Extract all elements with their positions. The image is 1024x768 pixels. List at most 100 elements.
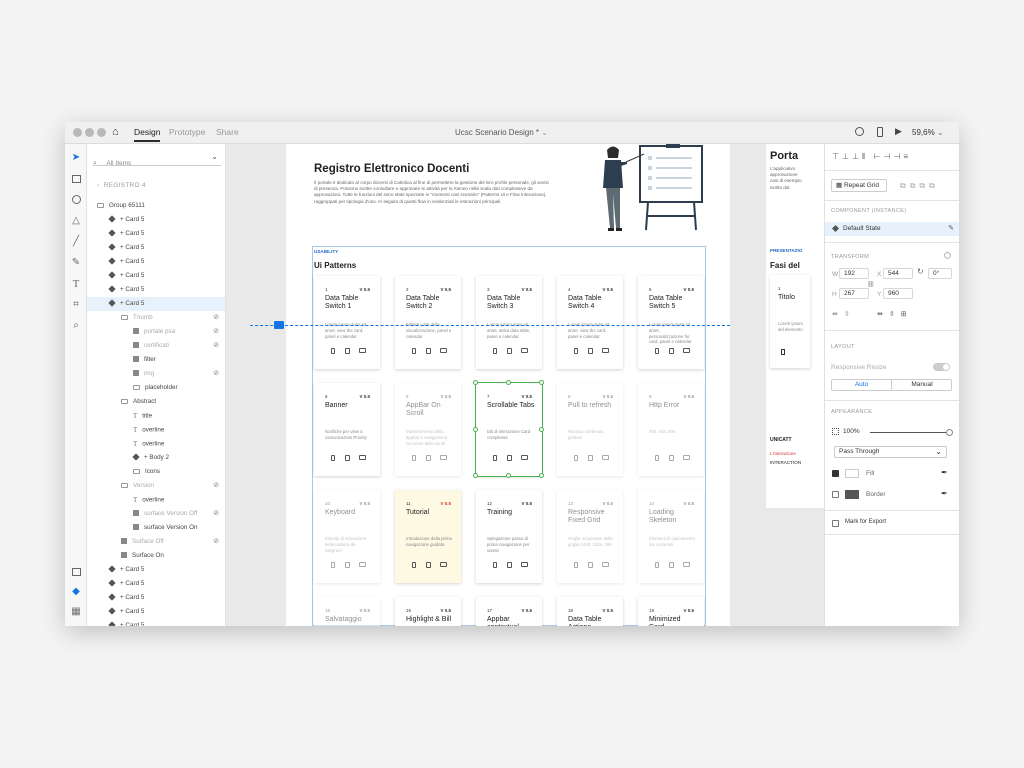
tab-design[interactable]: Design bbox=[134, 127, 161, 142]
layer-row[interactable]: placeholder bbox=[87, 381, 225, 395]
pattern-card[interactable]: 11 V 0.5 Tutorial Introduzione della prima … bbox=[395, 490, 461, 583]
layer-row[interactable]: + Card 5 bbox=[87, 255, 225, 269]
rotation-input[interactable]: 0° bbox=[928, 268, 952, 279]
layer-row[interactable]: Tnumb ⊘ bbox=[87, 311, 225, 325]
pattern-card[interactable]: 15 V 0.5 Salvataggio bbox=[314, 597, 380, 626]
align-left-icon[interactable]: ⊢ bbox=[874, 152, 884, 161]
layers-icon[interactable]: ◆ bbox=[70, 586, 82, 598]
pattern-card[interactable]: 5V 0.5 Data Table Switch 5 Lorem ipsum dol… bbox=[638, 276, 704, 369]
align-right-icon[interactable]: ⊣ bbox=[893, 152, 903, 161]
pattern-card[interactable]: 9 V 0.5 Http Error 400, 404, 500 bbox=[638, 383, 704, 476]
mobile-preview-icon[interactable] bbox=[877, 127, 883, 137]
artboard-registro[interactable]: Registro Elettronico Docenti Il portale … bbox=[286, 144, 730, 626]
pattern-card[interactable]: 17 V 0.5Appbar contextual bbox=[476, 597, 542, 626]
hidden-eye-icon[interactable]: ⊘ bbox=[213, 367, 219, 381]
pattern-card[interactable]: 2V 0.5 Data Table Switch 2 Filtrate i dati… bbox=[395, 276, 461, 369]
layer-row[interactable]: + Body 2 bbox=[87, 451, 225, 465]
pattern-card[interactable]: 4V 0.5 Data Table Switch 4 Lorem ipsum dol… bbox=[557, 276, 623, 369]
resize-handle[interactable] bbox=[539, 473, 544, 478]
align-center-icon[interactable]: ⊣ bbox=[883, 152, 893, 161]
resize-handle[interactable] bbox=[539, 426, 544, 432]
canvas[interactable]: Registro Elettronico Docenti Il portale … bbox=[226, 144, 824, 626]
pattern-card[interactable]: 13 V 0.5 Responsive Fixed Grid Griglia resp… bbox=[557, 490, 623, 583]
edit-icon[interactable]: ✎ bbox=[948, 224, 954, 232]
x-input[interactable]: 544 bbox=[883, 268, 913, 279]
resize-handle[interactable] bbox=[506, 473, 511, 478]
export-checkbox[interactable] bbox=[832, 520, 839, 527]
tab-prototype[interactable]: Prototype bbox=[169, 127, 205, 137]
component-state-row[interactable]: Default State ✎ bbox=[825, 222, 959, 236]
border-checkbox[interactable] bbox=[832, 491, 839, 498]
user-icon[interactable] bbox=[855, 127, 864, 136]
artboard-portale[interactable]: Porta L'applicativo approvazione casi di… bbox=[766, 144, 824, 508]
layer-row[interactable]: Group 65111 bbox=[87, 199, 225, 213]
height-input[interactable]: 267 bbox=[839, 288, 869, 299]
layer-row[interactable]: filter bbox=[87, 353, 225, 367]
distribute-icon[interactable]: ⫴ bbox=[862, 152, 868, 161]
eyedropper-icon[interactable]: ✒ bbox=[941, 489, 948, 498]
select-tool-icon[interactable]: ➤ bbox=[70, 152, 82, 164]
auto-button[interactable]: Auto bbox=[832, 380, 892, 390]
hidden-eye-icon[interactable]: ⊘ bbox=[213, 339, 219, 353]
flip-icons-2[interactable]: ⇹⇳⊞ bbox=[877, 310, 913, 318]
repeat-grid-button[interactable]: ▦ Repeat Grid bbox=[831, 179, 887, 192]
pattern-card[interactable]: 12 V 0.5 Training Spiegazione passo di prim… bbox=[476, 490, 542, 583]
pattern-card[interactable]: 14 V 0.5 Loading Skeleton Elementi di caric… bbox=[638, 490, 704, 583]
layer-row[interactable]: Toverline bbox=[87, 437, 225, 451]
boolean-ops-icon[interactable]: ⧉⧉⧉⧉ bbox=[900, 181, 939, 191]
slider-thumb[interactable] bbox=[946, 429, 953, 436]
layer-row[interactable]: + Card 5 bbox=[87, 213, 225, 227]
resize-handle[interactable] bbox=[506, 380, 511, 385]
layer-row[interactable]: Abstract bbox=[87, 395, 225, 409]
hidden-eye-icon[interactable]: ⊘ bbox=[213, 311, 219, 325]
layer-row[interactable]: + Card 5 bbox=[87, 619, 225, 626]
pattern-card[interactable]: 6 V 0.5 AppBar On Scroll Mantenimento della… bbox=[395, 383, 461, 476]
layer-row[interactable]: + Card 5 bbox=[87, 577, 225, 591]
zoom-level[interactable]: 59,6% ⌄ bbox=[912, 128, 944, 137]
pattern-card[interactable]: 3V 0.5 Data Table Switch 3 Lorem ipsum dol… bbox=[476, 276, 542, 369]
hidden-eye-icon[interactable]: ⊘ bbox=[213, 535, 219, 549]
pattern-card[interactable]: 8 V 0.5 Pull to refresh Ricarica contenuto … bbox=[557, 383, 623, 476]
hidden-eye-icon[interactable]: ⊘ bbox=[213, 507, 219, 521]
layer-row[interactable]: portale psa ⊘ bbox=[87, 325, 225, 339]
opacity-slider[interactable] bbox=[870, 429, 953, 436]
layer-row[interactable]: + Card 5 bbox=[87, 241, 225, 255]
pattern-card[interactable]: 7 V 0.5 Scrollable Tabs tab di interazione … bbox=[473, 380, 544, 478]
document-title[interactable]: Ucsc Scenario Design * ⌄ bbox=[455, 128, 548, 137]
layer-row[interactable]: + Card 5 bbox=[87, 283, 225, 297]
pattern-card[interactable]: 6 V 0.5 Banner Notifiche per view a comunic… bbox=[314, 383, 380, 476]
resize-handle[interactable] bbox=[473, 380, 478, 385]
rectangle-tool-icon[interactable] bbox=[70, 173, 82, 185]
flip-icons[interactable]: ⇹⇳ bbox=[832, 310, 856, 318]
eyedropper-icon[interactable]: ✒ bbox=[941, 468, 948, 477]
minimize-window-button[interactable] bbox=[85, 128, 94, 137]
layer-row[interactable]: certificati ⊘ bbox=[87, 339, 225, 353]
assets-icon[interactable] bbox=[70, 566, 82, 578]
chevron-down-icon[interactable]: ⌄ bbox=[211, 152, 218, 161]
layer-row[interactable]: + Card 5 bbox=[87, 605, 225, 619]
layer-row[interactable]: Toverline bbox=[87, 423, 225, 437]
lock-aspect-icon[interactable]: ⛓ bbox=[867, 281, 875, 288]
layer-row[interactable]: Ttitle bbox=[87, 409, 225, 423]
hidden-eye-icon[interactable]: ⊘ bbox=[213, 325, 219, 339]
tab-share[interactable]: Share bbox=[216, 127, 239, 137]
pattern-card[interactable]: 16 V 0.5 Highlight & Bill bbox=[395, 597, 461, 626]
layer-row[interactable]: + Card 5 bbox=[87, 591, 225, 605]
opacity-value[interactable]: 100% bbox=[843, 428, 860, 435]
layer-row[interactable]: Version ⊘ bbox=[87, 479, 225, 493]
polygon-tool-icon[interactable]: △ bbox=[70, 215, 82, 227]
layer-row[interactable]: Icons bbox=[87, 465, 225, 479]
artboard2-card[interactable]: 1 Titolo Lorem ipsum del elemento bbox=[770, 275, 810, 368]
responsive-resize-toggle[interactable] bbox=[933, 363, 950, 371]
pattern-card[interactable]: 10 V 0.5 Keyboard Esempi di interazione del… bbox=[314, 490, 380, 583]
y-input[interactable]: 960 bbox=[883, 288, 913, 299]
line-tool-icon[interactable]: ╱ bbox=[70, 236, 82, 248]
resize-handle[interactable] bbox=[473, 473, 478, 478]
layers-search[interactable]: ⌕ All Items ⌄ bbox=[93, 152, 221, 167]
layer-row[interactable]: + Card 5 bbox=[87, 563, 225, 577]
layer-row[interactable]: img ⊘ bbox=[87, 367, 225, 381]
pattern-card[interactable]: 19 V 0.5Minimized Card bbox=[638, 597, 704, 626]
width-input[interactable]: 192 bbox=[839, 268, 869, 279]
maximize-window-button[interactable] bbox=[97, 128, 106, 137]
align-bottom-icon[interactable]: ⊥ bbox=[852, 152, 862, 161]
